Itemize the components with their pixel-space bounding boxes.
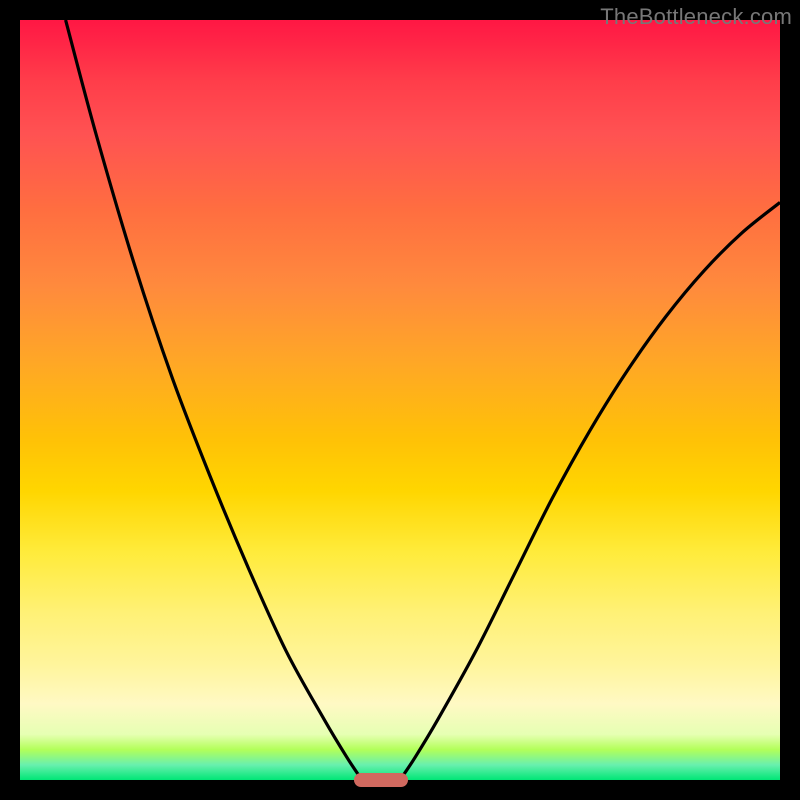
curves-svg bbox=[20, 20, 780, 780]
watermark-text: TheBottleneck.com bbox=[600, 4, 792, 30]
right-curve bbox=[400, 202, 780, 780]
plot-area bbox=[20, 20, 780, 780]
baseline-marker bbox=[354, 773, 407, 787]
left-curve bbox=[66, 20, 362, 780]
chart-container: TheBottleneck.com bbox=[0, 0, 800, 800]
